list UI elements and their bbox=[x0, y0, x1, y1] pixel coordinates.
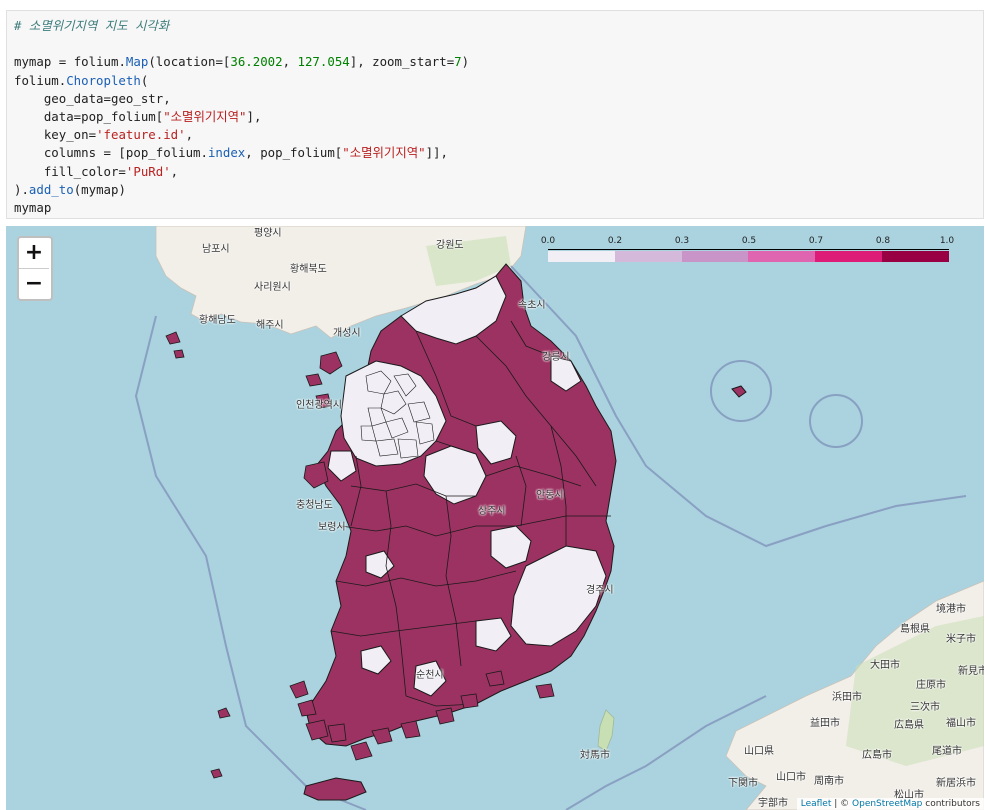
code-line: mymap = folium.Map(location=[36.2002, 12… bbox=[14, 54, 470, 70]
legend-tick-label: 0.0 bbox=[540, 236, 556, 246]
map-label: 広島県 bbox=[894, 720, 924, 731]
legend-tick-label: 1.0 bbox=[939, 236, 955, 246]
var-name: mymap bbox=[81, 181, 119, 197]
legend-tick-label: 0.2 bbox=[607, 236, 623, 246]
map-label: 山口県 bbox=[744, 746, 774, 757]
map-label: 浜田市 bbox=[832, 692, 862, 703]
color-legend: 0.0 0.2 0.3 0.5 0.7 0.8 1.0 bbox=[540, 236, 955, 266]
legend-color-swatch bbox=[614, 251, 682, 262]
map-label: 対馬市 bbox=[580, 750, 610, 761]
zoom-control: + − bbox=[17, 236, 53, 301]
code-line: key_on='feature.id', bbox=[14, 127, 194, 143]
geo-data-var: geo_str bbox=[110, 90, 164, 106]
fill-color-value: 'PuRd' bbox=[125, 163, 171, 179]
lng-value: 127.054 bbox=[297, 54, 350, 70]
map-label: 新見市 bbox=[958, 666, 984, 677]
legend-tick-label: 0.7 bbox=[808, 236, 824, 246]
lat-value: 36.2002 bbox=[230, 54, 283, 70]
code-line: fill_color='PuRd', bbox=[14, 163, 179, 179]
map-label: 강원도 bbox=[436, 240, 464, 251]
map-label: 益田市 bbox=[810, 718, 840, 729]
map-label: 안동시 bbox=[536, 490, 564, 501]
map-label: 충청남도 bbox=[296, 500, 333, 511]
map-label: 순천시 bbox=[416, 670, 444, 681]
map-label: 福山市 bbox=[946, 718, 976, 729]
map-label: 남포시 bbox=[202, 244, 230, 255]
map-label: 강릉시 bbox=[542, 352, 570, 363]
map-label: 山口市 bbox=[776, 772, 806, 783]
map-label: 広島市 bbox=[862, 750, 892, 761]
map-label: 사리원시 bbox=[254, 282, 291, 293]
code-line: mymap bbox=[14, 200, 52, 216]
legend-tick-label: 0.3 bbox=[674, 236, 690, 246]
map-label: 경주시 bbox=[586, 585, 614, 596]
code-line: data=pop_folium["소멸위기지역"], bbox=[14, 109, 262, 125]
zoom-in-button[interactable]: + bbox=[19, 238, 49, 269]
legend-ticks: 0.0 0.2 0.3 0.5 0.7 0.8 1.0 bbox=[540, 236, 955, 250]
legend-color-swatch bbox=[815, 251, 883, 262]
map-label: 新居浜市 bbox=[936, 778, 976, 789]
code-line: columns = [pop_folium.index, pop_folium[… bbox=[14, 145, 448, 161]
map-label: 상주시 bbox=[478, 506, 506, 517]
map-label: 下関市 bbox=[728, 778, 758, 789]
map-label: 周南市 bbox=[814, 776, 844, 787]
map-label: 해주시 bbox=[256, 320, 284, 331]
map-label: 인천광역시 bbox=[296, 400, 342, 411]
leaflet-map[interactable]: 평양시 남포시 강원도 황해북도 사리원시 황해남도 해주시 개성시 속초시 강… bbox=[6, 226, 984, 810]
var-name: mymap bbox=[14, 54, 52, 70]
map-label: 개성시 bbox=[333, 328, 361, 339]
map-label: 황해남도 bbox=[199, 315, 236, 326]
map-label: 宇部市 bbox=[758, 798, 788, 809]
leaflet-link[interactable]: Leaflet bbox=[801, 799, 832, 809]
map-label: 속초시 bbox=[518, 300, 546, 311]
map-label: 三次市 bbox=[910, 702, 940, 713]
map-label: 島根県 bbox=[900, 624, 930, 635]
map-attribution: Leaflet | © OpenStreetMap contributors bbox=[796, 798, 984, 810]
map-label: 보령시 bbox=[318, 522, 346, 533]
map-label: 大田市 bbox=[870, 660, 900, 671]
legend-color-swatch bbox=[548, 251, 615, 262]
legend-tick-label: 0.5 bbox=[741, 236, 757, 246]
attribution-suffix: contributors bbox=[922, 799, 980, 809]
zoom-out-button[interactable]: − bbox=[19, 269, 49, 299]
code-line: folium.Choropleth( bbox=[14, 72, 149, 88]
map-label: 米子市 bbox=[946, 634, 976, 645]
osm-link[interactable]: OpenStreetMap bbox=[852, 799, 922, 809]
zoom-value: 7 bbox=[454, 54, 462, 70]
code-block: # 소멸위기지역 지도 시각화 mymap = folium.Map(locat… bbox=[7, 11, 983, 223]
legend-color-swatch bbox=[882, 251, 949, 262]
legend-color-bar bbox=[548, 251, 949, 262]
data-column: "소멸위기지역" bbox=[163, 109, 247, 125]
key-on-value: 'feature.id' bbox=[96, 127, 186, 143]
map-label: 尾道市 bbox=[932, 746, 962, 757]
code-cell[interactable]: # 소멸위기지역 지도 시각화 mymap = folium.Map(locat… bbox=[6, 10, 984, 219]
legend-color-swatch bbox=[748, 251, 816, 262]
map-label: 황해북도 bbox=[290, 264, 327, 275]
legend-tick-label: 0.8 bbox=[875, 236, 891, 246]
legend-color-swatch bbox=[681, 251, 749, 262]
code-line: geo_data=geo_str, bbox=[14, 90, 171, 106]
code-line: ).add_to(mymap) bbox=[14, 181, 126, 197]
code-comment: # 소멸위기지역 지도 시각화 bbox=[14, 18, 170, 33]
map-label: 庄原市 bbox=[916, 680, 946, 691]
data-column: "소멸위기지역" bbox=[342, 145, 426, 161]
legend-axis-line bbox=[548, 249, 949, 250]
map-label: 평양시 bbox=[254, 228, 282, 239]
map-label: 境港市 bbox=[936, 604, 966, 615]
attribution-separator: | © bbox=[831, 799, 853, 809]
